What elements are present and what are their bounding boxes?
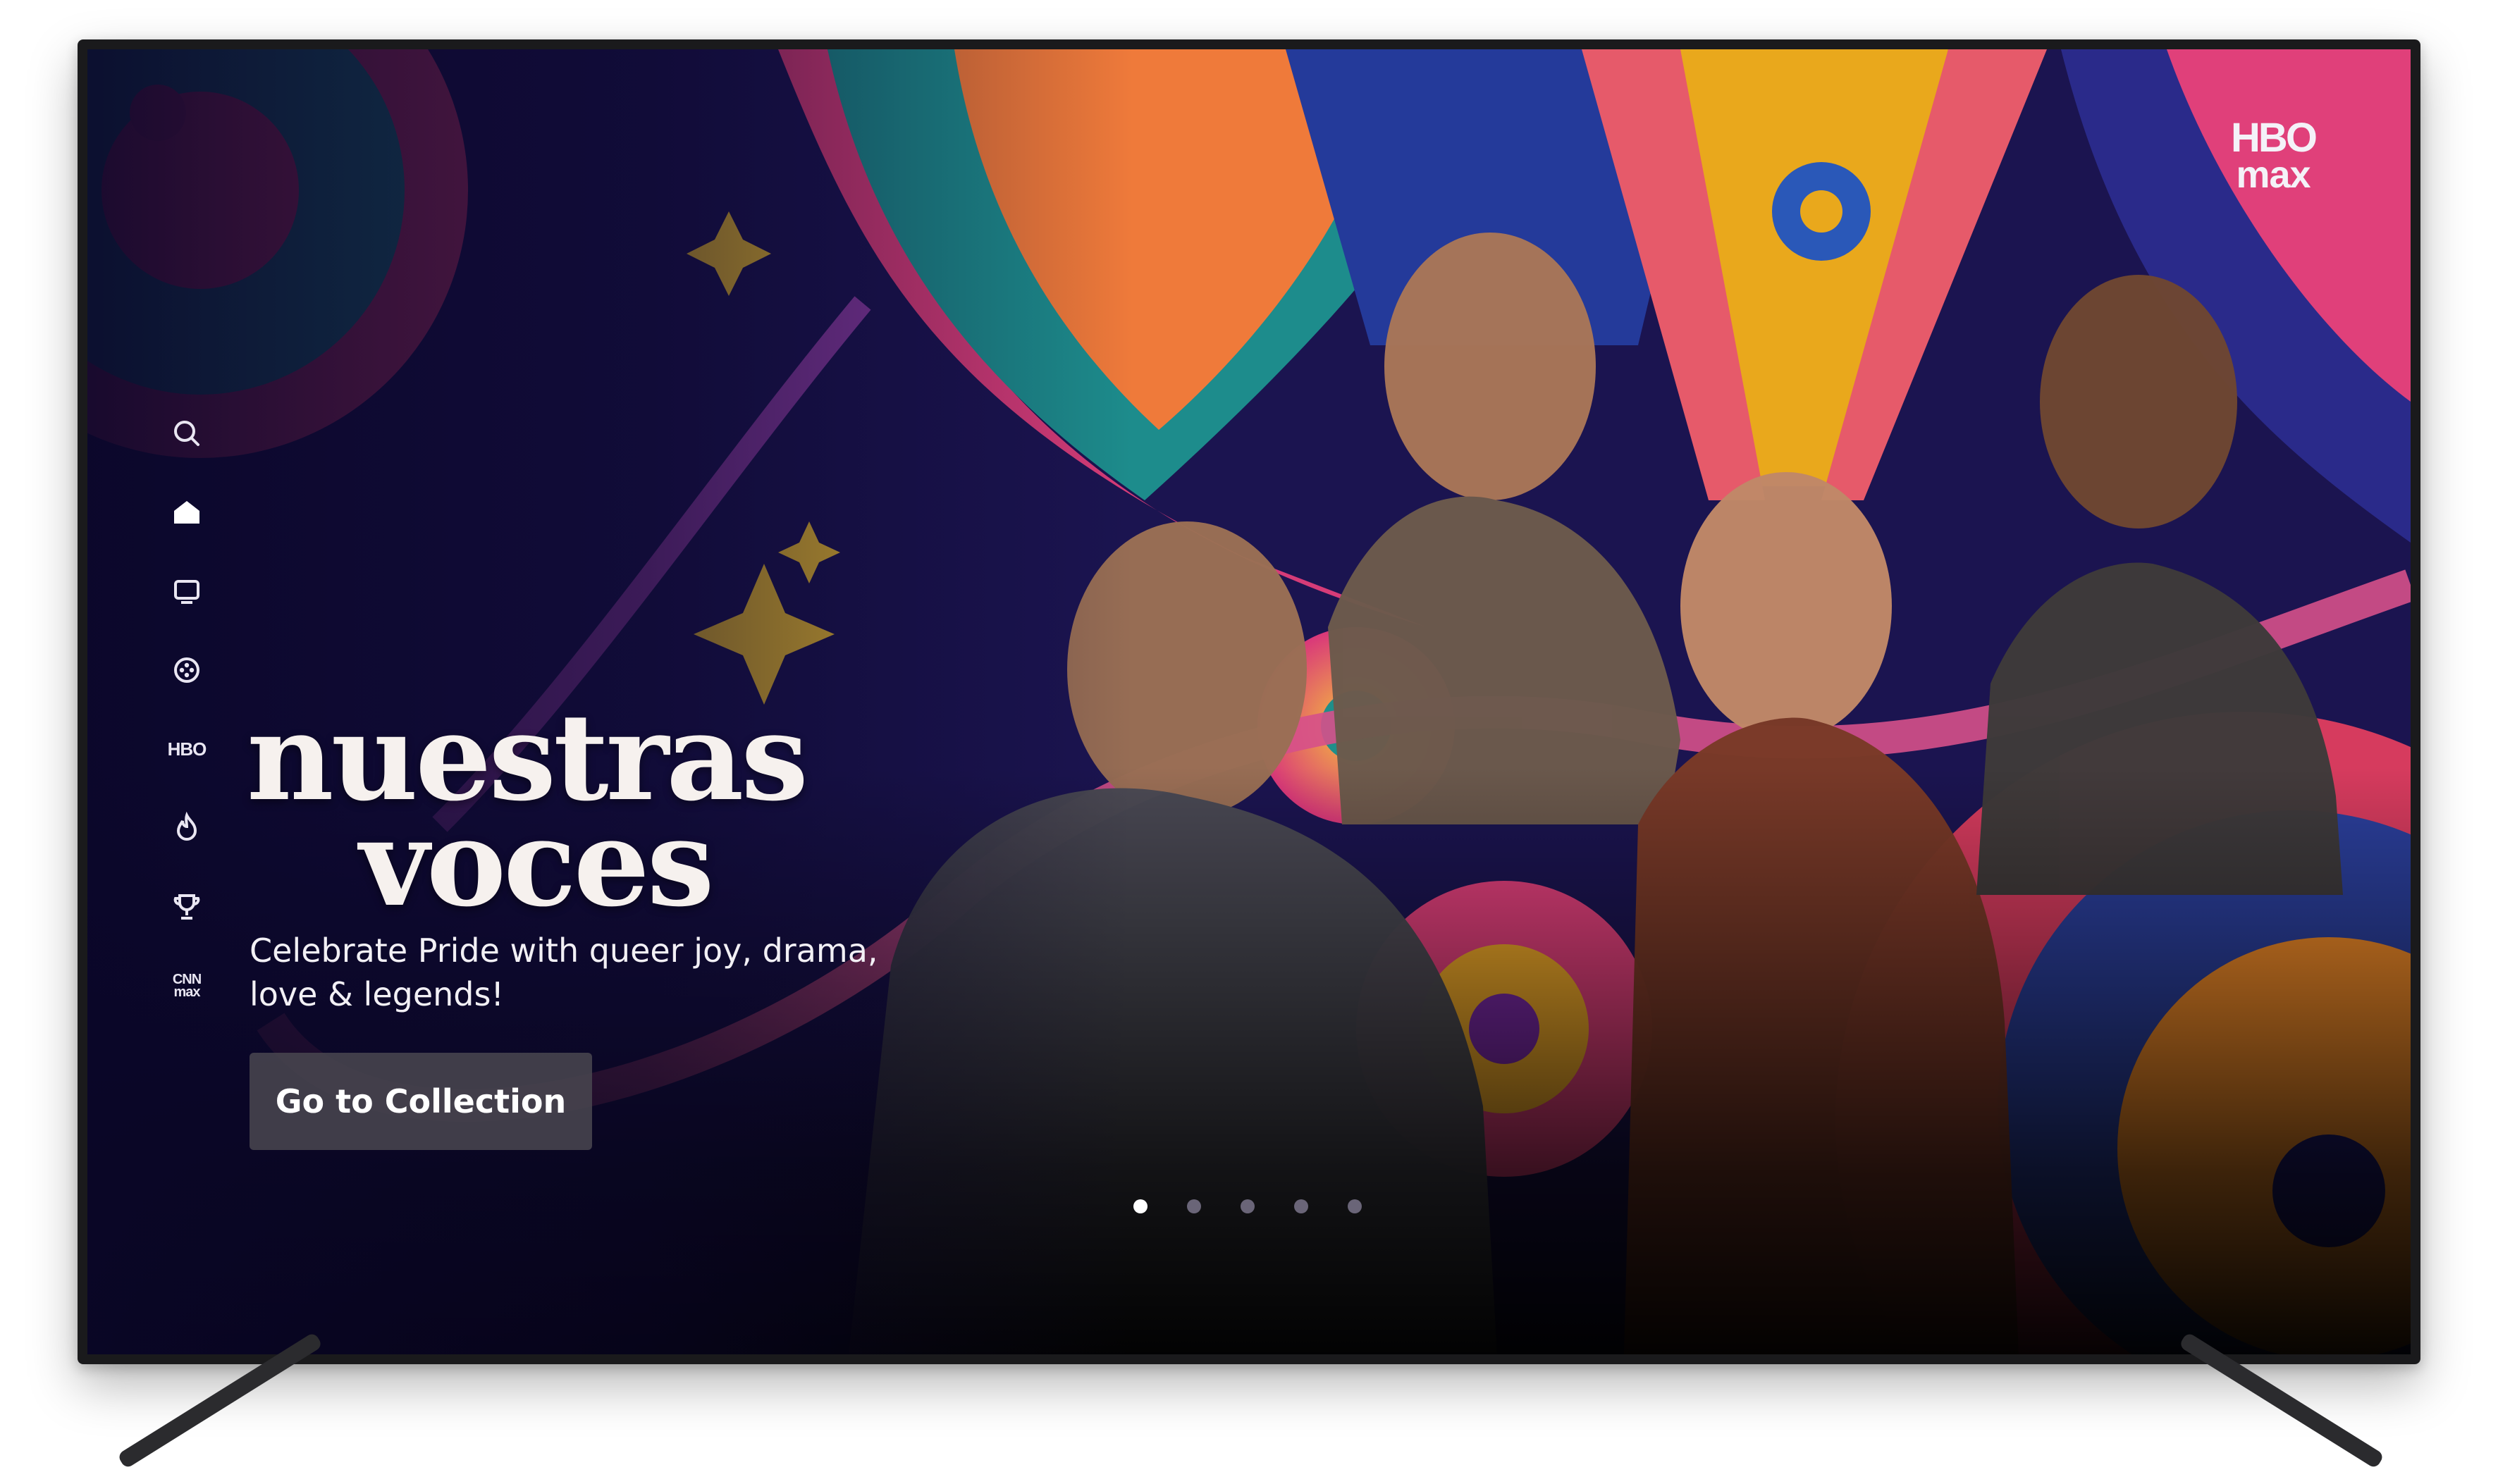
hero-description: Celebrate Pride with queer joy, drama, l… [250, 929, 884, 1016]
hero-description-line1: Celebrate Pride with queer joy, drama, [250, 932, 878, 970]
hero-title: nuestras voces [247, 698, 881, 923]
home-icon [174, 501, 199, 524]
nav-item-hbo[interactable]: HBO [155, 717, 219, 781]
side-navigation: HBO CNN max [155, 402, 219, 1033]
nav-item-search[interactable] [155, 402, 219, 465]
tv-screen: HBO CNN max HBO max nuestras voces Celeb… [87, 49, 2411, 1354]
pager-dot[interactable] [1241, 1199, 1255, 1213]
tv-frame: HBO CNN max HBO max nuestras voces Celeb… [78, 39, 2420, 1364]
flame-icon [176, 811, 197, 841]
hero-description-line2: love & legends! [250, 975, 504, 1013]
nav-item-movies[interactable] [155, 638, 219, 702]
pager-dot[interactable] [1133, 1199, 1148, 1213]
pager-dot[interactable] [1187, 1199, 1201, 1213]
film-reel-icon [174, 657, 199, 683]
tv-icon [174, 580, 199, 604]
nav-item-awards[interactable] [155, 875, 219, 939]
pager-dot[interactable] [1294, 1199, 1308, 1213]
search-icon [174, 421, 199, 446]
nav-item-cnn-max[interactable]: CNN max [155, 954, 219, 1018]
nav-item-series[interactable] [155, 559, 219, 623]
cnn-max-line2: max [173, 984, 200, 1000]
trophy-icon [173, 894, 200, 920]
brand-line1: HBO [2231, 115, 2318, 161]
hbo-logo-label: HBO [167, 738, 207, 760]
brand-line2: max [2236, 154, 2311, 196]
go-to-collection-button[interactable]: Go to Collection [250, 1053, 592, 1150]
nav-item-new-and-hot[interactable] [155, 796, 219, 860]
carousel-pager [1133, 1199, 1362, 1213]
hbo-max-logo: HBO max [2220, 115, 2326, 196]
cnn-max-logo: CNN max [173, 972, 202, 1000]
nav-item-home[interactable] [155, 481, 219, 544]
pager-dot[interactable] [1348, 1199, 1362, 1213]
